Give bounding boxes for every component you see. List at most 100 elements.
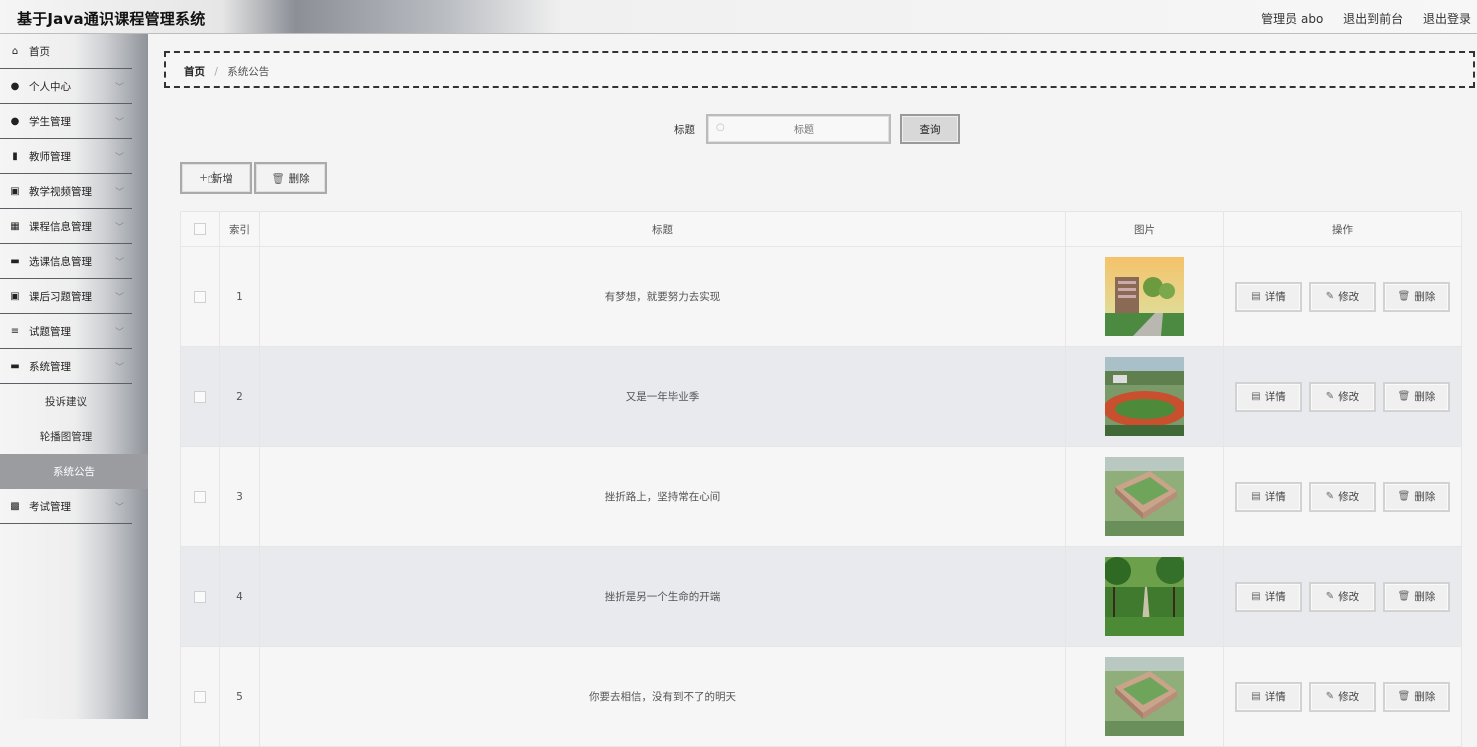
detail-label: 详情	[1264, 591, 1286, 603]
sidebar-item-label: 课后习题管理	[29, 290, 92, 303]
row-index: 3	[220, 447, 260, 546]
delete-label: 删除	[1414, 391, 1436, 403]
row-image[interactable]	[1105, 457, 1184, 536]
row-checkbox[interactable]	[194, 290, 206, 303]
search-label: 标题	[674, 124, 695, 136]
row-checkbox[interactable]	[194, 590, 206, 603]
detail-button[interactable]: ▤ 详情	[1235, 481, 1302, 512]
trash-icon: 🗑︎	[1397, 391, 1411, 402]
sidebar-menu: ⌂ 首页 ● 个人中心 ﹀ ● 学生管理 ﹀ ▮ 教师管理 ﹀ ▣ 教学视频管理 ﹀ ▦ 课程信息管理 ﹀ ▬ 选课…	[0, 34, 148, 524]
sidebar-item[interactable]: ▩ 考试管理 ﹀	[0, 489, 132, 524]
row-image[interactable]	[1105, 257, 1184, 336]
logout-link[interactable]: 退出登录	[1423, 12, 1471, 26]
edit-button[interactable]: ✎ 修改	[1309, 581, 1376, 612]
sidebar-item[interactable]: ▬ 系统管理 ﹀	[0, 349, 132, 384]
pencil-icon: ✎	[1325, 691, 1335, 702]
sliders-icon: ≡	[10, 325, 20, 337]
row-index: 2	[220, 347, 260, 446]
breadcrumb-home[interactable]: 首页	[184, 66, 205, 78]
chevron-down-icon: ﹀	[114, 328, 124, 338]
sidebar-subitem[interactable]: 轮播图管理	[0, 419, 132, 454]
sidebar-item[interactable]: ● 学生管理 ﹀	[0, 104, 132, 139]
grid-icon: ▦	[10, 220, 20, 232]
announcement-table: 索引 标题 图片 操作 1 有梦想，就要努力去实现 ▤ 详情 ✎ 修改 🗑︎ 删除 2 又是一年毕…	[180, 211, 1462, 747]
row-image[interactable]	[1105, 657, 1184, 736]
delete-button[interactable]: 🗑︎ 删除	[1383, 481, 1450, 512]
table-body: 1 有梦想，就要努力去实现 ▤ 详情 ✎ 修改 🗑︎ 删除 2 又是一年毕业季 ▤ 详情 ✎ 修改 🗑︎ 删除…	[180, 247, 1462, 747]
delete-button[interactable]: 🗑︎ 删除	[1383, 381, 1450, 412]
sidebar-item-label: 学生管理	[29, 115, 71, 128]
delete-button[interactable]: 🗑︎ 删除	[1383, 681, 1450, 712]
chevron-down-icon: ﹀	[114, 83, 124, 93]
sidebar-item[interactable]: ▦ 课程信息管理 ﹀	[0, 209, 132, 244]
row-title: 你要去相信，没有到不了的明天	[260, 647, 1066, 746]
sidebar-item[interactable]: ⌂ 首页	[0, 34, 132, 69]
sidebar: ⌂ 首页 ● 个人中心 ﹀ ● 学生管理 ﹀ ▮ 教师管理 ﹀ ▣ 教学视频管理 ﹀ ▦ 课程信息管理 ﹀ ▬ 选课…	[0, 34, 148, 719]
edit-label: 修改	[1338, 691, 1360, 703]
delete-button[interactable]: 🗑︎ 删除	[1383, 281, 1450, 312]
search-input[interactable]	[732, 121, 876, 139]
top-header: 基于Java通识课程管理系统 管理员 abo 退出到前台 退出登录	[0, 0, 1477, 34]
table-row: 5 你要去相信，没有到不了的明天 ▤ 详情 ✎ 修改 🗑︎ 删除	[180, 647, 1462, 747]
row-checkbox[interactable]	[194, 490, 206, 503]
edit-button[interactable]: ✎ 修改	[1309, 381, 1376, 412]
bar-chart-icon: ▮	[12, 150, 18, 162]
sidebar-item[interactable]: ▬ 选课信息管理 ﹀	[0, 244, 132, 279]
delete-button[interactable]: 🗑︎ 删除	[1383, 581, 1450, 612]
trash-icon: 🗑︎	[1397, 691, 1411, 702]
edit-label: 修改	[1338, 291, 1360, 303]
detail-button[interactable]: ▤ 详情	[1235, 681, 1302, 712]
detail-button[interactable]: ▤ 详情	[1235, 381, 1302, 412]
document-icon: ▤	[1251, 691, 1261, 702]
chat-icon: ▬	[10, 255, 20, 267]
batch-delete-button[interactable]: 🗑︎ 删除	[254, 162, 327, 194]
search-button[interactable]: 查询	[900, 114, 960, 144]
search-field[interactable]: ○	[706, 114, 891, 144]
detail-button[interactable]: ▤ 详情	[1235, 281, 1302, 312]
pencil-icon: ✎	[1325, 491, 1335, 502]
sidebar-item-label: 试题管理	[29, 325, 71, 338]
trash-icon: 🗑︎	[271, 172, 285, 185]
chart-box-icon: ▩	[10, 500, 20, 512]
document-icon: ▤	[1251, 591, 1261, 602]
select-all-checkbox[interactable]	[194, 223, 206, 235]
row-title: 挫折路上，坚持常在心间	[260, 447, 1066, 546]
sidebar-item[interactable]: ▣ 教学视频管理 ﹀	[0, 174, 132, 209]
exit-to-front-link[interactable]: 退出到前台	[1343, 12, 1403, 26]
row-index: 5	[220, 647, 260, 746]
detail-label: 详情	[1264, 291, 1286, 303]
document-icon: ▤	[1251, 491, 1261, 502]
checklist-icon: ▣	[10, 290, 20, 302]
row-title: 有梦想，就要努力去实现	[260, 247, 1066, 346]
edit-button[interactable]: ✎ 修改	[1309, 281, 1376, 312]
sidebar-item[interactable]: ▣ 课后习题管理 ﹀	[0, 279, 132, 314]
sidebar-subitem[interactable]: 系统公告	[0, 454, 148, 489]
header-ops: 操作	[1224, 212, 1462, 246]
row-image[interactable]	[1103, 554, 1186, 636]
sidebar-subitem[interactable]: 投诉建议	[0, 384, 132, 419]
chevron-down-icon: ﹀	[114, 188, 124, 198]
sidebar-item[interactable]: ● 个人中心 ﹀	[0, 69, 132, 104]
table-row: 4 挫折是另一个生命的开端 ▤ 详情 ✎ 修改 🗑︎ 删除	[180, 547, 1462, 647]
sidebar-item[interactable]: ▮ 教师管理 ﹀	[0, 139, 132, 174]
chevron-down-icon: ﹀	[114, 223, 124, 233]
edit-button[interactable]: ✎ 修改	[1309, 681, 1376, 712]
sidebar-item-label: 课程信息管理	[29, 220, 92, 233]
row-checkbox[interactable]	[194, 390, 206, 403]
sidebar-item[interactable]: ≡ 试题管理 ﹀	[0, 314, 132, 349]
trash-icon: 🗑︎	[1397, 291, 1411, 302]
document-icon: ▤	[1251, 291, 1261, 302]
chevron-down-icon: ﹀	[114, 153, 124, 163]
row-checkbox[interactable]	[194, 690, 206, 703]
table-row: 3 挫折路上，坚持常在心间 ▤ 详情 ✎ 修改 🗑︎ 删除	[180, 447, 1462, 547]
detail-button[interactable]: ▤ 详情	[1235, 581, 1302, 612]
row-image[interactable]	[1103, 357, 1187, 436]
pencil-icon: ✎	[1325, 291, 1335, 302]
edit-button[interactable]: ✎ 修改	[1309, 481, 1376, 512]
edit-label: 修改	[1338, 491, 1360, 503]
home-icon: ⌂	[11, 45, 19, 57]
add-button[interactable]: + 新增	[180, 162, 252, 194]
row-index: 4	[220, 547, 260, 646]
breadcrumb: 首页 / 系统公告	[164, 51, 1475, 88]
briefcase-icon: ▬	[10, 360, 20, 372]
